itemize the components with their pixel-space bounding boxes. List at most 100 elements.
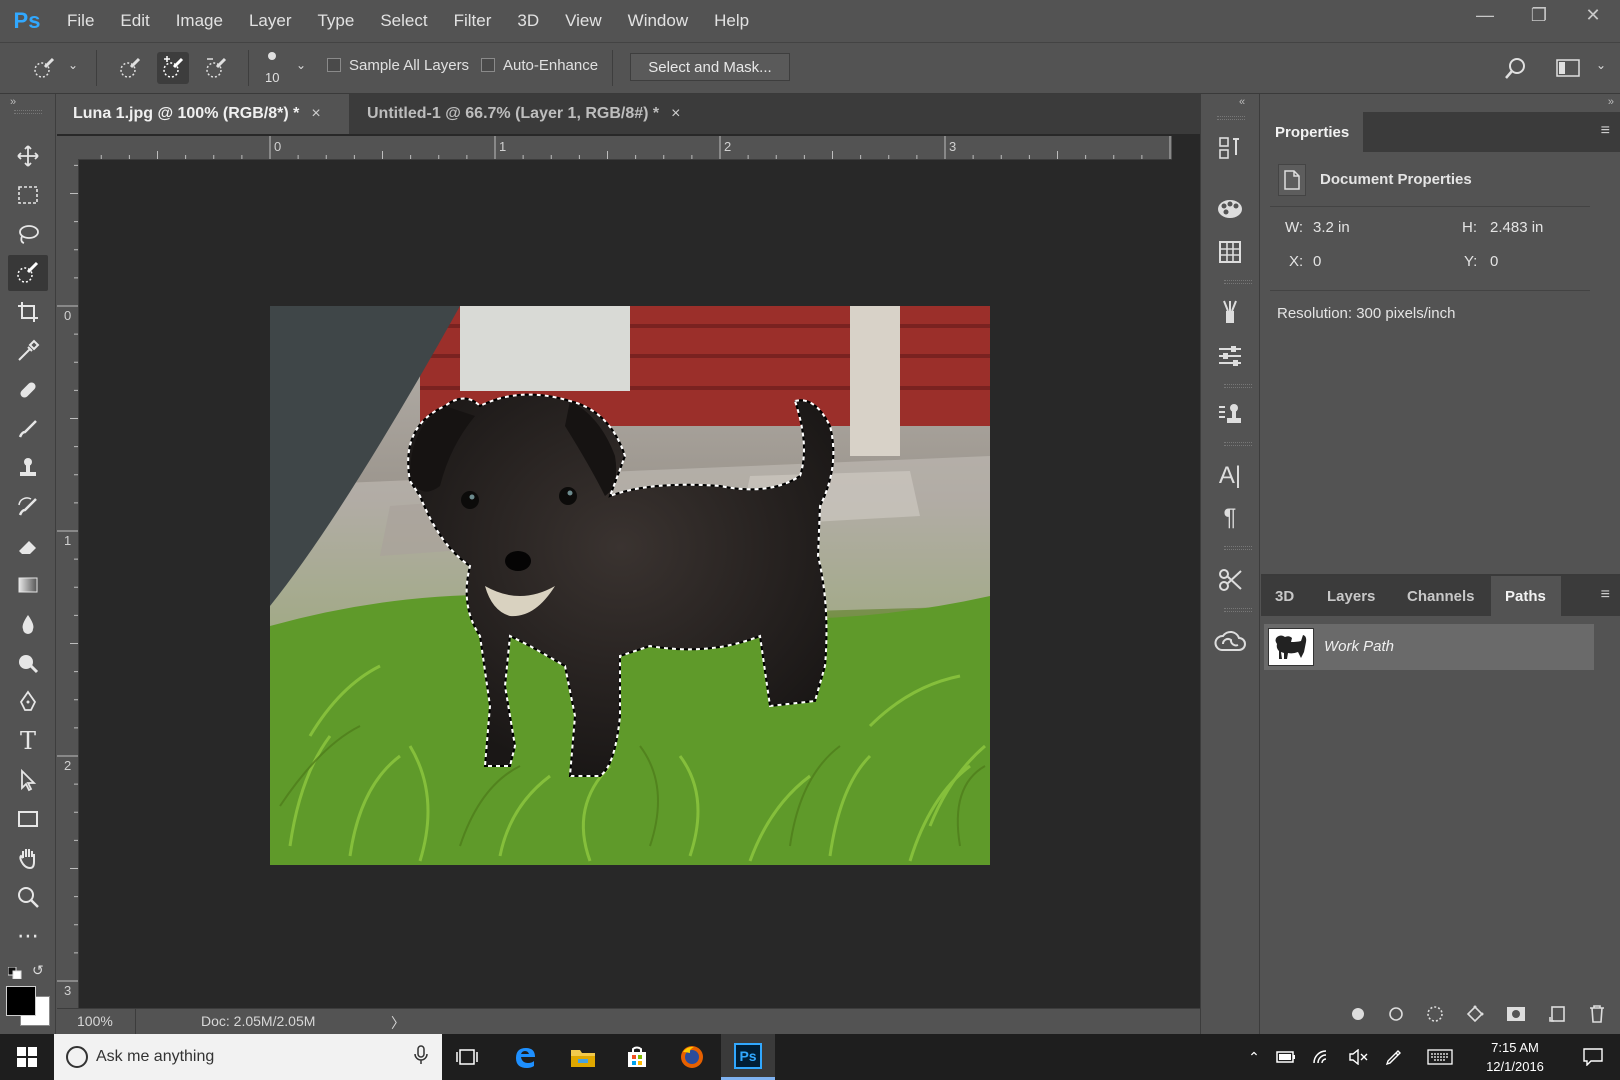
tool-preset-icon[interactable] bbox=[28, 52, 60, 84]
brush-icon[interactable] bbox=[8, 411, 48, 447]
lasso-icon[interactable] bbox=[8, 216, 48, 252]
grid-panel-icon[interactable] bbox=[1208, 232, 1252, 272]
gradient-icon[interactable] bbox=[8, 567, 48, 603]
action-center-icon[interactable] bbox=[1566, 1034, 1620, 1080]
height-value[interactable]: 2.483 in bbox=[1490, 219, 1543, 236]
healing-brush-icon[interactable] bbox=[8, 372, 48, 408]
taskbar-clock[interactable]: 7:15 AM 12/1/2016 bbox=[1470, 1038, 1560, 1076]
collapse-panels-icon[interactable]: « bbox=[1239, 96, 1245, 108]
microphone-icon[interactable] bbox=[414, 1044, 428, 1070]
tab-layers[interactable]: Layers bbox=[1313, 576, 1389, 616]
tab-paths[interactable]: Paths bbox=[1491, 576, 1561, 616]
brush-preview-icon[interactable] bbox=[268, 52, 276, 60]
default-colors-icon[interactable] bbox=[7, 966, 22, 980]
document-image[interactable] bbox=[270, 306, 990, 865]
brush-picker-dropdown-icon[interactable]: ⌄ bbox=[296, 58, 306, 72]
list-item[interactable]: Work Path bbox=[1264, 624, 1594, 670]
minimize-icon[interactable]: — bbox=[1458, 0, 1512, 30]
tab-luna[interactable]: Luna 1.jpg @ 100% (RGB/8*) * × bbox=[57, 94, 349, 134]
collapse-tools-icon[interactable]: » bbox=[10, 96, 16, 108]
task-view-icon[interactable] bbox=[440, 1034, 494, 1080]
horizontal-ruler[interactable]: 0 1 2 3 bbox=[78, 136, 1172, 160]
new-selection-icon[interactable] bbox=[114, 52, 146, 84]
close-icon[interactable]: ✕ bbox=[1566, 0, 1620, 30]
menu-edit[interactable]: Edit bbox=[107, 0, 162, 42]
menu-window[interactable]: Window bbox=[615, 0, 701, 42]
stroke-path-icon[interactable] bbox=[1388, 1006, 1404, 1027]
path-to-selection-icon[interactable] bbox=[1426, 1005, 1444, 1028]
menu-file[interactable]: File bbox=[54, 0, 107, 42]
tool-preset-dropdown-icon[interactable]: ⌄ bbox=[68, 58, 78, 72]
taskbar-search[interactable]: Ask me anything bbox=[54, 1034, 442, 1080]
subtract-from-selection-icon[interactable] bbox=[200, 52, 232, 84]
character-panel-icon[interactable]: A| bbox=[1208, 456, 1252, 496]
windows-start-icon[interactable] bbox=[0, 1034, 54, 1080]
eraser-icon[interactable] bbox=[8, 528, 48, 564]
volume-muted-icon[interactable] bbox=[1340, 1034, 1376, 1080]
rectangle-icon[interactable] bbox=[8, 801, 48, 837]
tool-presets-panel-icon[interactable] bbox=[1208, 560, 1252, 600]
adjustments-panel-icon[interactable] bbox=[1208, 336, 1252, 376]
x-value[interactable]: 0 bbox=[1313, 253, 1321, 270]
zoom-icon[interactable] bbox=[8, 879, 48, 915]
foreground-color-swatch[interactable] bbox=[6, 986, 36, 1016]
menu-layer[interactable]: Layer bbox=[236, 0, 305, 42]
more-tools-icon[interactable]: ⋯ bbox=[8, 918, 48, 954]
menu-filter[interactable]: Filter bbox=[441, 0, 505, 42]
path-selection-icon[interactable] bbox=[8, 762, 48, 798]
brush-size[interactable]: 10 bbox=[265, 70, 279, 85]
store-icon[interactable] bbox=[610, 1034, 664, 1080]
show-hidden-icons-icon[interactable]: ⌃ bbox=[1240, 1034, 1268, 1080]
edge-icon[interactable] bbox=[498, 1034, 552, 1080]
blur-icon[interactable] bbox=[8, 606, 48, 642]
swatches-panel-icon[interactable] bbox=[1208, 188, 1252, 228]
tab-channels[interactable]: Channels bbox=[1393, 576, 1489, 616]
quick-selection-icon[interactable] bbox=[8, 255, 48, 291]
menu-3d[interactable]: 3D bbox=[504, 0, 552, 42]
selection-to-path-icon[interactable] bbox=[1466, 1005, 1484, 1028]
vertical-ruler[interactable]: 0 1 2 3 bbox=[57, 160, 79, 1008]
panel-menu-icon[interactable]: ≡ bbox=[1601, 122, 1610, 140]
collapse-dock-icon[interactable]: » bbox=[1608, 96, 1614, 108]
panel-menu-icon[interactable]: ≡ bbox=[1601, 586, 1610, 604]
width-value[interactable]: 3.2 in bbox=[1313, 219, 1350, 236]
path-name[interactable]: Work Path bbox=[1324, 638, 1394, 655]
history-panel-icon[interactable] bbox=[1208, 128, 1252, 168]
zoom-level[interactable]: 100% bbox=[77, 1013, 113, 1029]
wifi-icon[interactable] bbox=[1304, 1034, 1340, 1080]
move-icon[interactable] bbox=[8, 138, 48, 174]
menu-select[interactable]: Select bbox=[367, 0, 440, 42]
search-icon[interactable] bbox=[1500, 52, 1532, 84]
workspace-icon[interactable] bbox=[1552, 52, 1584, 84]
menu-help[interactable]: Help bbox=[701, 0, 762, 42]
marquee-icon[interactable] bbox=[8, 177, 48, 213]
pen-icon[interactable] bbox=[8, 684, 48, 720]
photoshop-taskbar-icon[interactable]: Ps bbox=[721, 1034, 775, 1080]
history-brush-icon[interactable] bbox=[8, 489, 48, 525]
sample-all-layers-checkbox[interactable] bbox=[327, 58, 341, 72]
keyboard-icon[interactable] bbox=[1420, 1034, 1460, 1080]
close-icon[interactable]: × bbox=[311, 105, 320, 123]
file-explorer-icon[interactable] bbox=[556, 1034, 610, 1080]
menu-type[interactable]: Type bbox=[304, 0, 367, 42]
close-icon[interactable]: × bbox=[671, 105, 680, 123]
swap-colors-icon[interactable]: ↺ bbox=[32, 962, 44, 979]
y-value[interactable]: 0 bbox=[1490, 253, 1498, 270]
pen-ink-icon[interactable] bbox=[1376, 1034, 1412, 1080]
add-to-selection-icon[interactable] bbox=[157, 52, 189, 84]
status-menu-arrow-icon[interactable]: 〉 bbox=[391, 1013, 405, 1033]
eyedropper-icon[interactable] bbox=[8, 333, 48, 369]
add-mask-icon[interactable] bbox=[1506, 1006, 1526, 1027]
auto-enhance-checkbox[interactable] bbox=[481, 58, 495, 72]
select-and-mask-button[interactable]: Select and Mask... bbox=[630, 53, 790, 81]
clone-stamp-icon[interactable] bbox=[8, 450, 48, 486]
delete-path-icon[interactable] bbox=[1588, 1004, 1606, 1029]
dodge-icon[interactable] bbox=[8, 645, 48, 681]
firefox-icon[interactable] bbox=[665, 1034, 719, 1080]
menu-view[interactable]: View bbox=[552, 0, 615, 42]
menu-image[interactable]: Image bbox=[163, 0, 236, 42]
hand-icon[interactable] bbox=[8, 840, 48, 876]
tab-properties[interactable]: Properties bbox=[1261, 112, 1363, 152]
clone-source-panel-icon[interactable] bbox=[1208, 394, 1252, 434]
brushes-panel-icon[interactable] bbox=[1208, 292, 1252, 332]
